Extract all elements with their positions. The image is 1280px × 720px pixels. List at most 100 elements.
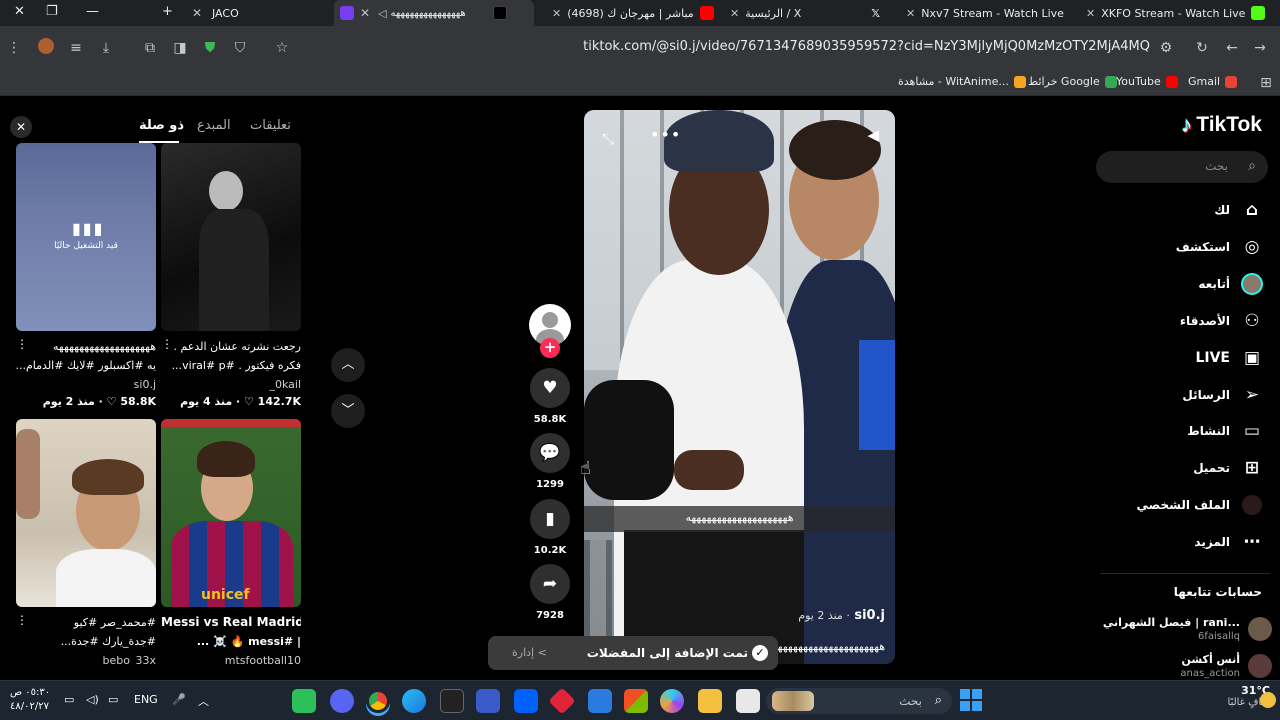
video-thumbnail[interactable]: ▮▮▮ قيد التشغيل حاليًا — [16, 143, 156, 331]
chrome-icon[interactable] — [366, 689, 390, 713]
card-author[interactable]: si0.j — [16, 378, 156, 391]
card-author[interactable]: mtsfootball10 — [161, 654, 301, 664]
app-icon[interactable] — [292, 689, 316, 713]
app-icon[interactable] — [736, 689, 760, 713]
card-more-icon[interactable]: ⋮ — [16, 613, 28, 627]
tab-related[interactable]: ذو صلة — [139, 118, 184, 133]
speaker-icon[interactable]: ◁) — [86, 693, 99, 706]
weather-widget[interactable]: 31°C صافٍ غالبًا — [1210, 684, 1276, 708]
browser-tab[interactable]: ✕ JACO — [186, 0, 326, 26]
nav-for-you[interactable]: ⌂ لك — [1214, 196, 1264, 224]
restore-window-icon[interactable]: ❐ — [46, 4, 58, 19]
site-settings-icon[interactable]: ⚙ — [1156, 38, 1176, 58]
download-icon[interactable]: ⤓ — [96, 38, 116, 58]
tab-close-icon[interactable]: ✕ — [1086, 7, 1095, 20]
tab-search-icon[interactable]: ✕ — [14, 4, 25, 19]
system-clock[interactable]: ٠٥:٣٠ ص ٤٨/٠٢/٢٧ — [10, 686, 50, 714]
minimize-window-icon[interactable]: — — [86, 4, 99, 19]
nav-following[interactable]: أتابعه — [1198, 270, 1264, 298]
microphone-icon[interactable]: 🎤 — [172, 693, 186, 706]
browser-tab[interactable]: ✕ Nxv7 Stream - Watch Live — [900, 0, 1072, 26]
followed-account[interactable]: فيصل الشهراني | rani... 6faisallq — [1097, 614, 1272, 644]
new-tab-button[interactable]: + — [162, 4, 173, 19]
browser-tab[interactable]: ✕ XKFO Stream - Watch Live — [1080, 0, 1280, 26]
shield-outline-icon[interactable]: ⛉ — [230, 38, 250, 58]
forward-icon[interactable]: → — [1250, 38, 1270, 58]
toast-manage-link[interactable]: إدارة < — [512, 646, 547, 659]
file-explorer-icon[interactable] — [698, 689, 722, 713]
mute-icon[interactable]: ◁ — [378, 7, 386, 20]
browser-tab[interactable]: ✕ ◁ هههههههههههههههه — [334, 0, 534, 26]
previous-video-button[interactable]: ︿ — [331, 348, 365, 382]
video-thumbnail[interactable]: unicef — [161, 419, 301, 607]
copilot-icon[interactable] — [660, 689, 684, 713]
extensions-icon[interactable]: ⧉ — [140, 38, 160, 58]
reading-list-icon[interactable]: ≡ — [66, 38, 86, 58]
card-author[interactable]: _0kail — [161, 378, 301, 391]
mail-icon[interactable] — [588, 689, 612, 713]
nav-live[interactable]: ▣ LIVE — [1195, 344, 1264, 372]
reload-icon[interactable]: ↻ — [1192, 38, 1212, 58]
discord-icon[interactable] — [330, 689, 354, 713]
comment-button[interactable]: 💬 1299 — [528, 433, 572, 490]
video-author-line[interactable]: si0.j · منذ 2 يوم — [798, 608, 885, 623]
network-icon[interactable]: ▭ — [108, 693, 118, 706]
volume-icon[interactable]: ◀︎ — [867, 126, 879, 144]
related-video-card[interactable]: رجعت نشرته عشان الدعم . فكره فيكتور . #v… — [161, 143, 301, 408]
video-author[interactable]: si0.j — [854, 608, 885, 623]
nav-friends[interactable]: ⚇ الأصدقاء — [1180, 307, 1264, 335]
save-button[interactable]: ▮ 10.2K — [528, 499, 572, 556]
shield-icon[interactable]: ⛊ — [200, 38, 220, 58]
edge-icon[interactable] — [402, 689, 426, 713]
tab-close-icon[interactable]: ✕ — [192, 6, 206, 20]
nav-activity[interactable]: ▭ النشاط — [1187, 417, 1264, 445]
battery-icon[interactable]: ▭ — [64, 693, 74, 706]
windows-start-button[interactable] — [960, 689, 982, 711]
bookmark-youtube[interactable]: YouTube — [1116, 75, 1178, 88]
nav-upload[interactable]: ⊞ تحميل — [1193, 454, 1264, 482]
tiktok-logo[interactable]: ♪ TikTok — [1181, 112, 1262, 138]
tab-comments[interactable]: تعليقات — [250, 118, 291, 133]
nav-messages[interactable]: ➢ الرسائل — [1182, 381, 1264, 409]
nav-profile[interactable]: الملف الشخصي — [1137, 491, 1264, 519]
video-player[interactable]: ⤡ ••• ◀︎ ههههههههههههههههههههه si0.j · م… — [584, 110, 895, 664]
app-icon[interactable] — [548, 687, 576, 715]
next-video-button[interactable]: ﹀ — [331, 394, 365, 428]
tab-creator[interactable]: المبدع — [197, 118, 231, 133]
tab-close-icon[interactable]: ✕ — [360, 6, 370, 20]
like-button[interactable]: ♥ 58.8K — [528, 368, 572, 425]
nav-explore[interactable]: ◎ استكشف — [1176, 233, 1264, 261]
author-avatar-button[interactable]: + — [528, 304, 572, 358]
taskbar-search-input[interactable]: بحث ⌕ — [766, 688, 952, 714]
dropbox-icon[interactable] — [514, 689, 538, 713]
share-button[interactable]: ➦ 7928 — [528, 564, 572, 621]
browser-tab[interactable]: ✕ (4698) مباشر | مهرجان ك — [546, 0, 716, 26]
address-bar-url[interactable]: tiktok.com/@si0.j/video/7671347689035959… — [583, 39, 1150, 54]
video-thumbnail[interactable] — [161, 143, 301, 331]
extension-icon[interactable]: ◨ — [170, 38, 190, 58]
browser-menu-icon[interactable]: ⋮ — [4, 38, 24, 58]
follow-plus-icon[interactable]: + — [540, 338, 560, 358]
card-more-icon[interactable]: ⋮ — [161, 337, 173, 351]
bookmark-witanime[interactable]: مشاهدة - WitAnime... — [898, 75, 1026, 88]
bookmark-google-maps[interactable]: خرائط Google — [1028, 75, 1117, 88]
language-indicator[interactable]: ENG — [134, 693, 158, 706]
browser-tab[interactable]: ✕ الرئيسية / X 𝕏 — [724, 0, 890, 26]
bookmark-gmail[interactable]: Gmail — [1188, 75, 1238, 88]
more-options-icon[interactable]: ••• — [650, 125, 681, 144]
bookmark-star-icon[interactable]: ☆ — [272, 38, 292, 58]
tab-close-icon[interactable]: ✕ — [906, 7, 915, 20]
card-more-icon[interactable]: ⋮ — [16, 337, 28, 351]
related-video-card[interactable]: unicef Messi vs Real Madrid | #messi 🔥 ☠… — [161, 419, 301, 664]
expand-icon[interactable]: ⤡ — [602, 130, 614, 148]
profile-avatar-icon[interactable] — [36, 38, 56, 58]
video-thumbnail[interactable] — [16, 419, 156, 607]
search-input[interactable]: بحث ⌕ — [1096, 151, 1268, 183]
apps-grid-icon[interactable]: ⊞ — [1256, 73, 1276, 93]
tab-close-icon[interactable]: ✕ — [552, 7, 561, 20]
related-video-card[interactable]: ▮▮▮ قيد التشغيل حاليًا ههههههههههههههههه… — [16, 143, 156, 408]
related-video-card[interactable]: #محمد_صر #كيو #جدة_يارك #جدة... bebo_33x… — [16, 419, 156, 664]
tab-close-icon[interactable]: ✕ — [730, 7, 739, 20]
nav-more[interactable]: ⋯ المزيد — [1194, 528, 1264, 556]
epic-games-icon[interactable] — [440, 689, 464, 713]
